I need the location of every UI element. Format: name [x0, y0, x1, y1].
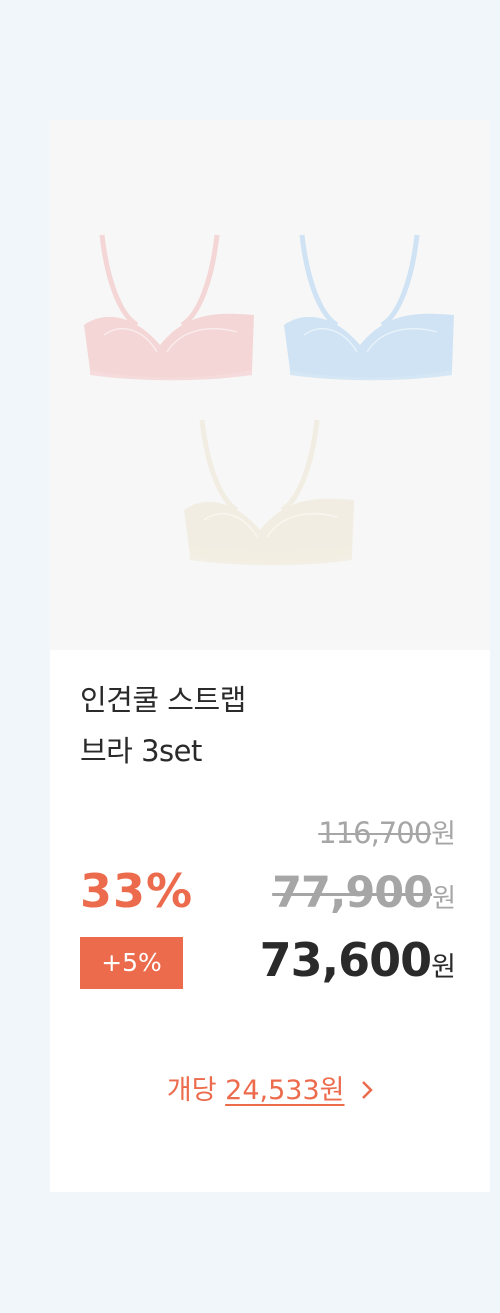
final-price: 73,600원 [259, 933, 456, 987]
blue-bra-image [284, 235, 454, 380]
product-title-line2: 브라 3set [80, 734, 202, 768]
ivory-bra-image [184, 420, 354, 565]
sale-price-currency: 원 [432, 884, 456, 914]
per-unit-prefix: 개당 [166, 1075, 217, 1106]
product-title[interactable]: 인견쿨 스트랩 브라 3set [80, 675, 460, 777]
product-image[interactable] [50, 120, 490, 650]
original-price: 116,700원 [318, 812, 456, 851]
per-unit-price-link[interactable]: 개당 24,533원 [50, 1068, 490, 1107]
original-price-value: 116,700 [318, 816, 432, 850]
final-price-value: 73,600 [259, 933, 433, 987]
final-price-currency: 원 [431, 952, 456, 983]
sale-price-value: 77,900 [272, 868, 433, 918]
per-unit-amount: 24,533원 [225, 1075, 345, 1106]
chevron-right-icon [361, 1076, 373, 1107]
extra-discount-badge: +5% [80, 937, 183, 989]
pink-bra-image [84, 235, 254, 380]
sale-price: 77,900원 [272, 868, 456, 918]
product-card[interactable]: 인견쿨 스트랩 브라 3set 116,700원 33% 77,900원 +5%… [50, 120, 490, 1192]
product-title-line1: 인견쿨 스트랩 [80, 683, 246, 717]
original-price-currency: 원 [431, 819, 456, 850]
discount-percent: 33% [80, 864, 194, 918]
